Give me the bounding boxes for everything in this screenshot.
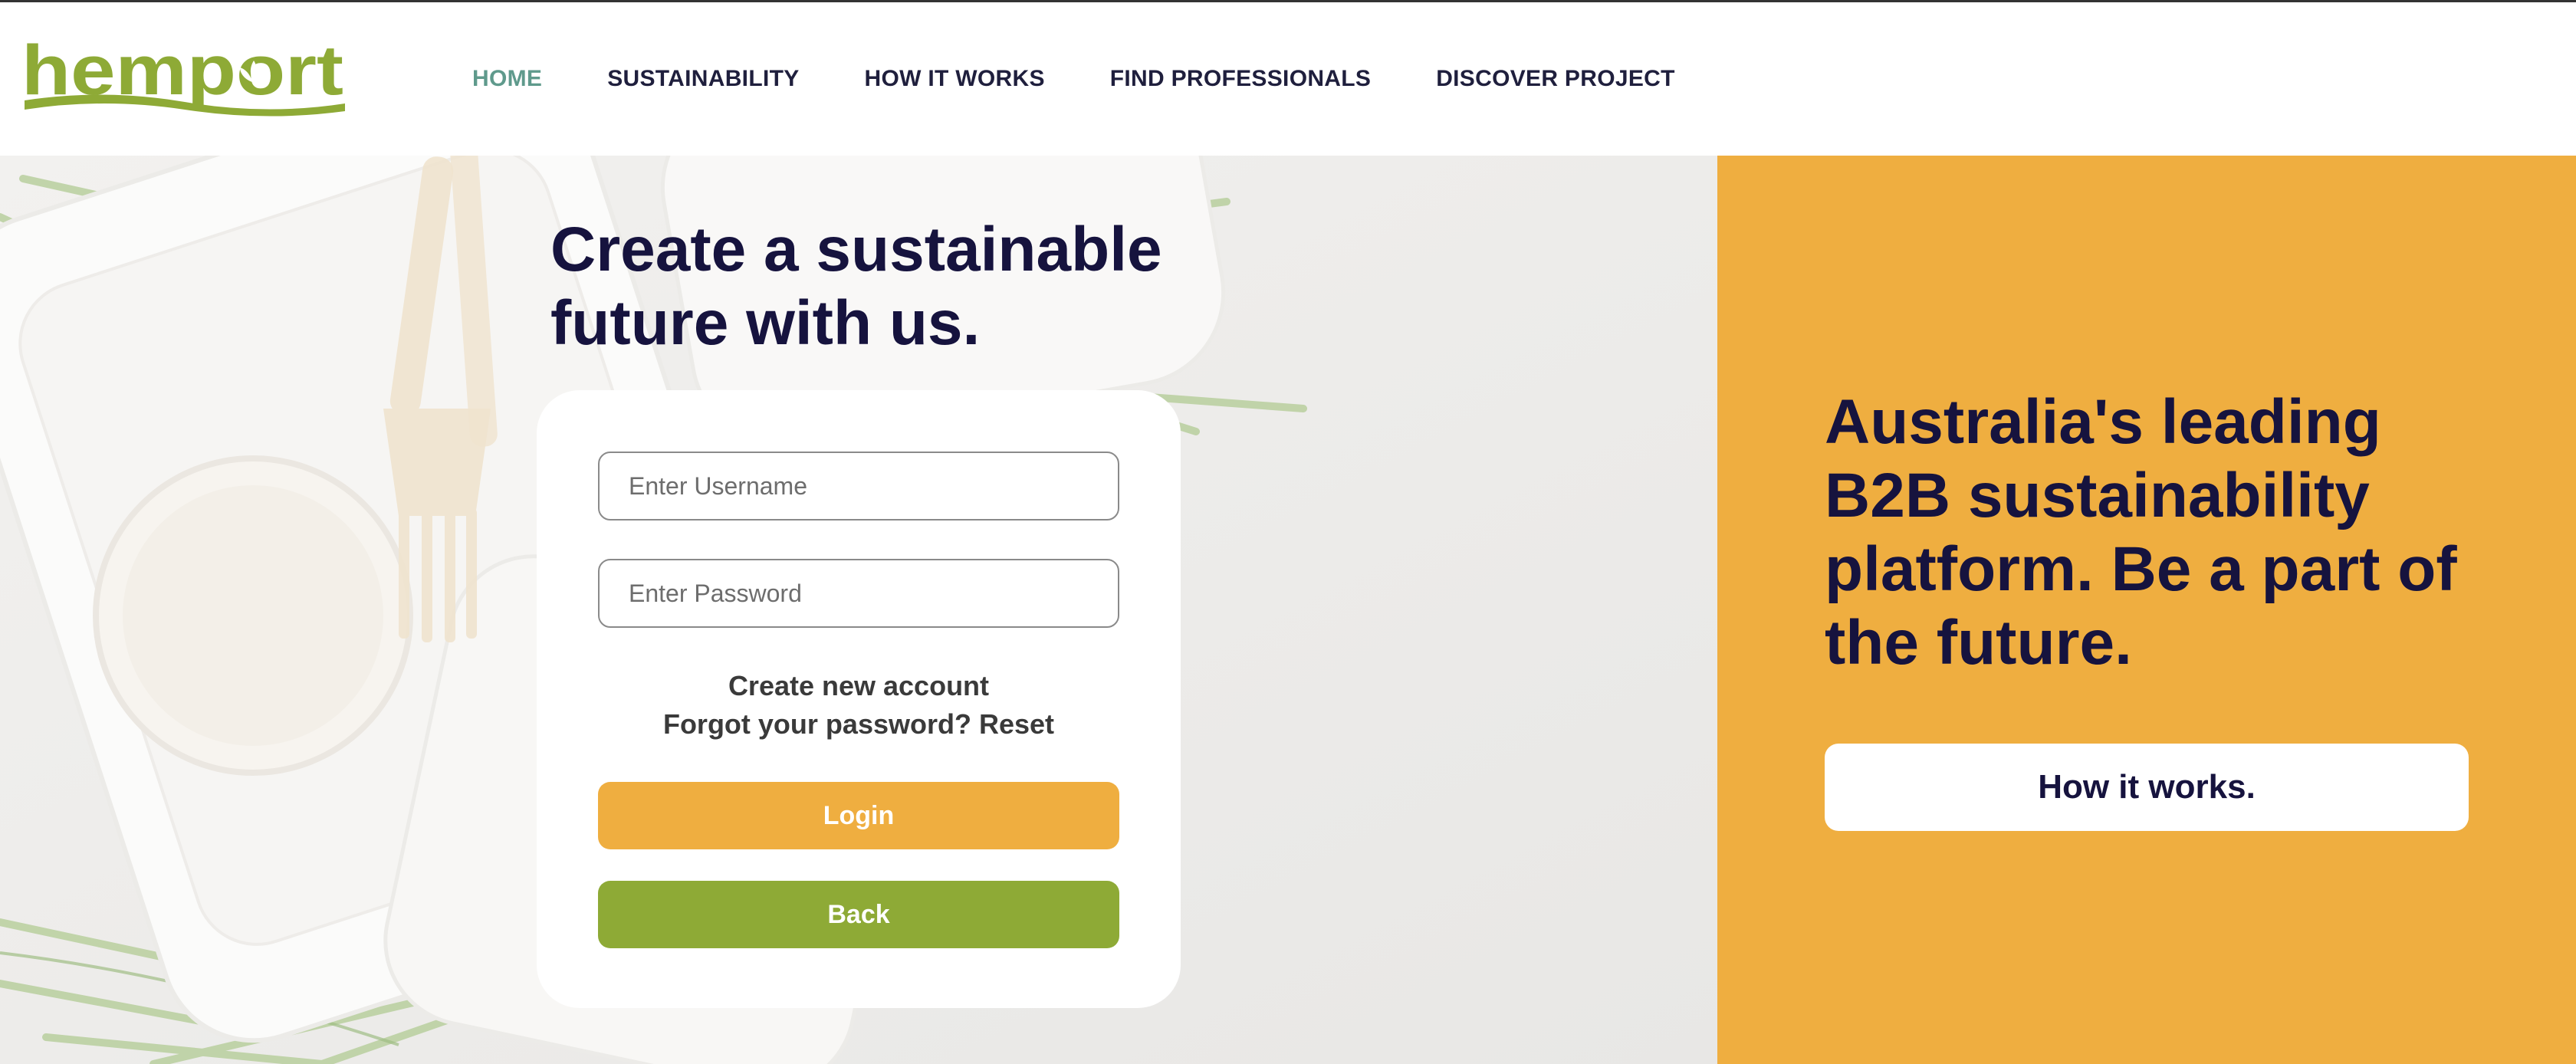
hemport-logo[interactable]: hemport hemport [20,41,350,125]
nav-discover-project[interactable]: DISCOVER PROJECT [1436,66,1675,92]
hero-headline: Create a sustainable future with us. [550,215,1162,358]
site-header: hemport hemport HOME SUSTAINABILITY HOW … [0,2,2576,156]
password-input[interactable] [598,559,1119,628]
login-card: Create new account Forgot your password?… [537,390,1181,1008]
create-account-link[interactable]: Create new account [537,670,1181,702]
login-button[interactable]: Login [598,782,1119,849]
nav-find-professionals[interactable]: FIND PROFESSIONALS [1110,66,1371,92]
promo-panel: Australia's leading B2B sustainability p… [1717,156,2576,1064]
username-input[interactable] [598,452,1119,521]
how-it-works-button[interactable]: How it works. [1825,744,2469,831]
promo-text: Australia's leading B2B sustainability p… [1825,387,2457,678]
back-button[interactable]: Back [598,881,1119,948]
main-nav: HOME SUSTAINABILITY HOW IT WORKS FIND PR… [472,2,1740,156]
forgot-password-link[interactable]: Forgot your password? Reset [537,708,1181,741]
hero-section: Create a sustainable future with us. Cre… [0,156,1717,1064]
nav-sustainability[interactable]: SUSTAINABILITY [607,66,799,92]
nav-how-it-works[interactable]: HOW IT WORKS [865,66,1045,92]
nav-home[interactable]: HOME [472,66,542,92]
